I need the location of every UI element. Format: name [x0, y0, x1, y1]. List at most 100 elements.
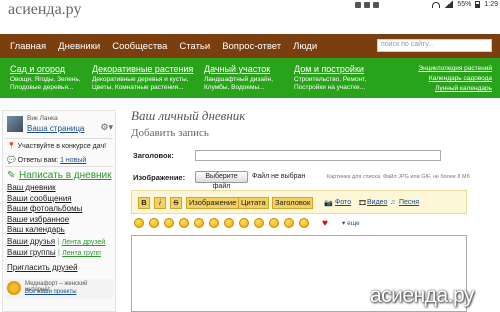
quote-button[interactable]: Цитата: [238, 197, 269, 209]
divider: [5, 166, 113, 167]
friends-row: Ваши друзья | Лента друзей: [7, 237, 106, 246]
image-label: Изображение:: [133, 173, 186, 182]
main-nav: Главная Дневники Сообщества Статьи Вопро…: [0, 34, 500, 58]
category-title[interactable]: Сад и огород: [10, 64, 81, 74]
category-desc: Строительство, Ремонт,: [294, 76, 367, 83]
category-title[interactable]: Дом и постройки: [294, 64, 366, 74]
more-smileys-link[interactable]: ▾ еще: [342, 219, 360, 227]
smiley-icon[interactable]: [269, 218, 279, 228]
nav-item-diaries[interactable]: Дневники: [58, 41, 100, 52]
signal-icon: [444, 1, 454, 8]
site-logo[interactable]: асиенда.ру: [8, 1, 81, 19]
menu-item-calendar[interactable]: Ваш календарь: [7, 225, 82, 236]
category-bar: Сад и огород Овощи, Ягоды, Зелень, Плодо…: [0, 58, 500, 98]
user-page-link[interactable]: Ваша страница: [27, 124, 84, 133]
notification-icon: [373, 2, 379, 8]
pencil-icon: ✎: [7, 170, 16, 181]
answers-row: 💬 Ответы вам: 1 новый: [7, 156, 86, 164]
nav-item-qa[interactable]: Вопрос-ответ: [222, 41, 281, 52]
notification-icon: [355, 2, 361, 8]
smiley-icon[interactable]: [134, 218, 144, 228]
nav-item-home[interactable]: Главная: [10, 41, 46, 52]
category-title[interactable]: Дачный участок: [204, 64, 273, 74]
smiley-icon[interactable]: [149, 218, 159, 228]
contest-row[interactable]: 📍 Участвуйте в конкурсе дач!: [7, 142, 106, 150]
user-name: Вик Ланка: [27, 115, 58, 122]
wifi-icon: [432, 1, 441, 8]
battery-level: 55%: [457, 1, 472, 8]
user-box: Вик Ланка Ваша страница ⚙▾: [5, 114, 113, 136]
nav-item-people[interactable]: Люди: [293, 41, 317, 52]
category-desc: Декоративные деревья и кусты,: [92, 76, 189, 83]
category-desc: Цветы, Комнатные растения...: [92, 84, 184, 91]
smiley-icon[interactable]: [224, 218, 234, 228]
smiley-icon[interactable]: [209, 218, 219, 228]
category-desc: Ландшафтный дизайн,: [204, 76, 274, 83]
nav-item-articles[interactable]: Статьи: [179, 41, 210, 52]
friends-feed-link[interactable]: Лента друзей: [62, 239, 106, 246]
menu-item-diary[interactable]: Ваш дневник: [7, 183, 82, 194]
link-encyclopedia[interactable]: Энциклопедия растений: [418, 64, 492, 74]
link-lunar-calendar[interactable]: Лунный календарь: [418, 84, 492, 94]
divider: [5, 138, 113, 139]
menu-item-favorites[interactable]: Ваше избранное: [7, 215, 82, 226]
answers-new-link[interactable]: 1 новый: [60, 157, 86, 164]
groups-feed-link[interactable]: Лента групп: [62, 250, 101, 257]
gear-icon[interactable]: ⚙▾: [100, 122, 113, 133]
groups-link[interactable]: Ваши группы: [7, 248, 56, 257]
bold-button[interactable]: B: [138, 197, 150, 209]
title-input[interactable]: [195, 150, 441, 161]
category-dacha: Дачный участок Ландшафтный дизайн, Клумб…: [204, 64, 273, 92]
category-desc: Постройки на участке...: [294, 84, 366, 91]
category-house: Дом и постройки Строительство, Ремонт, П…: [294, 64, 366, 92]
answers-label: Ответы вам:: [17, 157, 59, 164]
search-input[interactable]: поиск по сайту...: [377, 39, 492, 52]
write-diary-link[interactable]: Написать в дневник: [19, 170, 112, 181]
battery-icon: [475, 1, 481, 8]
smiley-icon[interactable]: [194, 218, 204, 228]
italic-button[interactable]: i: [154, 197, 166, 209]
smiley-icon[interactable]: [254, 218, 264, 228]
heading-button[interactable]: Заголовок: [272, 197, 314, 209]
smiley-icon[interactable]: [239, 218, 249, 228]
sidebar: Вик Ланка Ваша страница ⚙▾ 📍 Участвуйте …: [2, 110, 116, 312]
file-hint: Картинка для списка. Файл JPG или GIF, н…: [327, 174, 470, 180]
choose-file-button[interactable]: Выберите файл: [195, 171, 248, 190]
smiley-icon[interactable]: [164, 218, 174, 228]
smiley-icon[interactable]: [179, 218, 189, 228]
friends-link[interactable]: Ваши друзья: [7, 237, 55, 246]
category-desc: Овощи, Ягоды, Зелень,: [10, 76, 81, 83]
menu-item-messages[interactable]: Ваши сообщения: [7, 194, 82, 205]
sidebar-footer: Медиафорт – женский интернет Все наши пр…: [5, 279, 113, 299]
clock: 1:29: [484, 1, 498, 8]
footer-projects-link[interactable]: Все наши проекты: [25, 289, 77, 295]
smiley-icon[interactable]: [284, 218, 294, 228]
contest-link[interactable]: Участвуйте в конкурсе дач!: [18, 143, 106, 150]
insert-image-button[interactable]: Изображение: [186, 197, 240, 209]
status-bar: 55% 1:29: [432, 1, 498, 8]
invite-friends-link[interactable]: Пригласить друзей: [7, 263, 78, 272]
speech-bubble-icon: 💬: [7, 157, 16, 164]
notification-icons: [355, 2, 379, 8]
category-garden: Сад и огород Овощи, Ягоды, Зелень, Плодо…: [10, 64, 81, 92]
menu-item-albums[interactable]: Ваши фотоальбомы: [7, 204, 82, 215]
mediafort-logo: [7, 281, 21, 295]
top-strip: асиенда.ру 55% 1:29: [0, 0, 500, 34]
strike-button[interactable]: S: [170, 197, 182, 209]
photo-link[interactable]: Фото: [335, 199, 351, 206]
song-link[interactable]: Песня: [399, 199, 419, 206]
video-link[interactable]: Видео: [367, 199, 387, 206]
category-desc: Клумбы, Водоемы...: [204, 84, 265, 91]
notification-icon: [364, 2, 370, 8]
avatar[interactable]: [7, 116, 23, 132]
file-status: Файл не выбран: [252, 173, 306, 180]
nav-item-communities[interactable]: Сообщества: [112, 41, 167, 52]
heart-icon[interactable]: ♥: [322, 218, 328, 229]
category-title[interactable]: Декоративные растения: [92, 64, 193, 74]
green-links: Энциклопедия растений Календарь садовода…: [418, 64, 492, 94]
link-gardener-calendar[interactable]: Календарь садовода: [418, 74, 492, 84]
title-label: Заголовок:: [133, 151, 174, 160]
smiley-icon[interactable]: [299, 218, 309, 228]
pin-icon: 📍: [7, 143, 16, 150]
smiley-bar: ♥ ▾ еще: [132, 218, 472, 232]
